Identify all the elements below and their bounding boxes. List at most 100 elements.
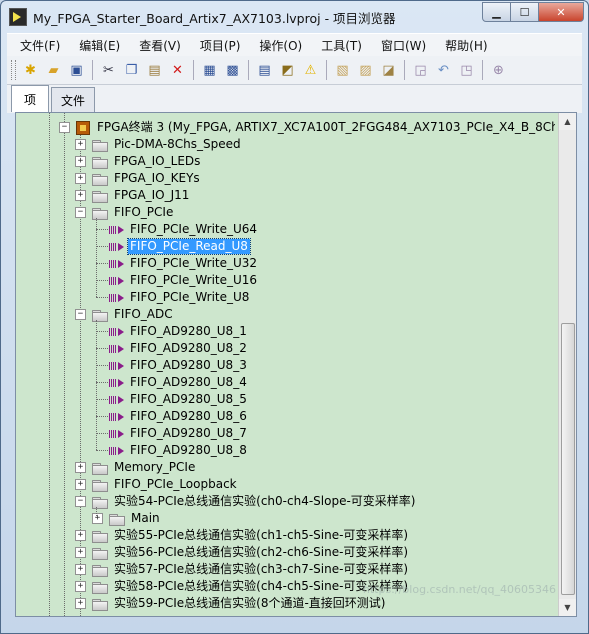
expand-toggle-icon[interactable]: + [92, 513, 103, 524]
view-icon[interactable]: ▤ [255, 61, 274, 80]
folder-icon [92, 598, 108, 611]
maximize-button[interactable]: ☐ [511, 2, 539, 22]
collapse-toggle-icon[interactable]: − [75, 496, 86, 507]
redo-icon[interactable]: ◳ [457, 61, 476, 80]
tree-item-folder[interactable]: + 实验59-PCIe总线通信实验(8个通道-直接回环测试) [75, 595, 387, 612]
tree-item-fifo[interactable]: FIFO_PCIe_Write_U16 [92, 272, 259, 289]
tree-content: − FPGA终端 3 (My_FPGA, ARTIX7_XC7A100T_2FGG… [16, 113, 555, 616]
toolbar-separator [404, 60, 405, 80]
collapse-toggle-icon[interactable]: − [75, 207, 86, 218]
tree-item-folder[interactable]: + FPGA_IO_KEYs [75, 170, 202, 187]
tree-item-fifo[interactable]: FIFO_AD9280_U8_5 [92, 391, 249, 408]
menu-edit[interactable]: 编辑(E) [66, 37, 126, 54]
menu-tools[interactable]: 工具(T) [308, 37, 368, 54]
tree-item-folder[interactable]: + 实验55-PCIe总线通信实验(ch1-ch5-Sine-可变采样率) [75, 527, 410, 544]
expand-toggle-icon[interactable]: + [75, 547, 86, 558]
save-all-icon[interactable]: ▣ [67, 61, 86, 80]
tab-strip: 项 文件 [7, 85, 582, 113]
tree-item-label: Memory_PCIe [114, 460, 196, 474]
minimize-button[interactable]: ▁ [482, 2, 511, 22]
expand-toggle-icon[interactable]: + [75, 190, 86, 201]
tree-item-folder[interactable]: + 实验56-PCIe总线通信实验(ch2-ch6-Sine-可变采样率) [75, 544, 410, 561]
folder-icon [92, 581, 108, 594]
open-icon[interactable]: ▰ [44, 61, 63, 80]
save-icon[interactable]: ▩ [223, 61, 242, 80]
copy-icon[interactable]: ❐ [122, 61, 141, 80]
toolbar-grip[interactable] [11, 60, 16, 80]
expand-toggle-icon[interactable]: + [75, 530, 86, 541]
vertical-scrollbar[interactable]: ▲ ▼ [558, 113, 576, 616]
tree-item-fifo[interactable]: FIFO_AD9280_U8_7 [92, 425, 249, 442]
menu-operate[interactable]: 操作(O) [246, 37, 308, 54]
expand-toggle-icon[interactable]: + [75, 598, 86, 609]
expand-toggle-icon[interactable]: + [75, 139, 86, 150]
build-icon[interactable]: ▦ [200, 61, 219, 80]
folder-icon [92, 190, 108, 203]
tree-item-folder[interactable]: + FPGA_IO_J11 [75, 187, 191, 204]
expand-toggle-icon[interactable]: + [75, 581, 86, 592]
tree-item-fifo[interactable]: FIFO_AD9280_U8_1 [92, 323, 249, 340]
scrollbar-thumb[interactable] [561, 323, 575, 595]
deploy-icon[interactable]: ▨ [356, 61, 375, 80]
tree-item-fifo[interactable]: FIFO_PCIe_Write_U8 [92, 289, 251, 306]
undo-icon[interactable]: ↶ [434, 61, 453, 80]
tree-item-label: FIFO_AD9280_U8_1 [130, 324, 247, 338]
tree-item-folder[interactable]: − FIFO_PCIe [75, 204, 175, 221]
tree-item-folder[interactable]: + Main [92, 510, 162, 527]
group-icon[interactable]: ▧ [333, 61, 352, 80]
tab-files[interactable]: 文件 [51, 87, 95, 112]
tree-item-folder[interactable]: + FPGA_IO_LEDs [75, 153, 202, 170]
menu-file[interactable]: 文件(F) [7, 37, 66, 54]
menu-window[interactable]: 窗口(W) [368, 37, 432, 54]
folder-icon [92, 462, 108, 475]
menu-view[interactable]: 查看(V) [126, 37, 187, 54]
folder-icon [109, 513, 125, 526]
tree-item-folder[interactable]: + Memory_PCIe [75, 459, 197, 476]
warning-icon[interactable]: ⚠ [301, 61, 320, 80]
tree-root-fpga-target[interactable]: − FPGA终端 3 (My_FPGA, ARTIX7_XC7A100T_2FGG… [59, 119, 555, 136]
scroll-down-arrow-icon[interactable]: ▼ [559, 599, 576, 616]
tree-item-fifo[interactable]: FIFO_AD9280_U8_6 [92, 408, 249, 425]
tree-item-folder[interactable]: − FIFO_ADC [75, 306, 175, 323]
collapse-toggle-icon[interactable]: − [75, 309, 86, 320]
tree-item-fifo[interactable]: FIFO_AD9280_U8_3 [92, 357, 249, 374]
expand-toggle-icon[interactable]: + [75, 156, 86, 167]
expand-toggle-icon[interactable]: + [75, 462, 86, 473]
run-icon[interactable]: ◪ [379, 61, 398, 80]
paste-icon[interactable]: ▤ [145, 61, 164, 80]
scroll-up-arrow-icon[interactable]: ▲ [559, 113, 576, 130]
tree-item-folder[interactable]: + 实验57-PCIe总线通信实验(ch3-ch7-Sine-可变采样率) [75, 561, 410, 578]
expand-toggle-icon[interactable]: + [75, 564, 86, 575]
collapse-toggle-icon[interactable]: − [59, 122, 70, 133]
properties-icon[interactable]: ◩ [278, 61, 297, 80]
tree-item-fifo[interactable]: FIFO_AD9280_U8_2 [92, 340, 249, 357]
project-tree[interactable]: − FPGA终端 3 (My_FPGA, ARTIX7_XC7A100T_2FGG… [15, 112, 577, 617]
tree-item-fifo[interactable]: FIFO_AD9280_U8_8 [92, 442, 249, 459]
close-button[interactable]: ✕ [539, 2, 584, 22]
fifo-icon [109, 292, 125, 304]
menu-help[interactable]: 帮助(H) [432, 37, 493, 54]
add-icon[interactable]: ⊕ [489, 61, 508, 80]
expand-toggle-icon[interactable]: + [75, 173, 86, 184]
folder-icon [92, 564, 108, 577]
delete-icon[interactable]: ✕ [168, 61, 187, 80]
tree-item-folder[interactable]: − 实验54-PCIe总线通信实验(ch0-ch4-Slope-可变采样率) [75, 493, 417, 510]
tree-item-fifo[interactable]: FIFO_PCIe_Write_U32 [92, 255, 259, 272]
new-icon[interactable]: ✱ [21, 61, 40, 80]
toolbar-separator [92, 60, 93, 80]
tree-item-folder[interactable]: + Pic-DMA-8Chs_Speed [75, 136, 243, 153]
tree-item-fifo[interactable]: FIFO_PCIe_Read_U8 [92, 238, 251, 255]
tab-items[interactable]: 项 [11, 85, 49, 112]
tree-item-label: 实验54-PCIe总线通信实验(ch0-ch4-Slope-可变采样率) [114, 494, 416, 508]
tree-item-label: FIFO_AD9280_U8_8 [130, 443, 247, 457]
tree-item-folder[interactable]: + 实验58-PCIe总线通信实验(ch4-ch5-Sine-可变采样率) [75, 578, 410, 595]
title-bar[interactable]: My_FPGA_Starter_Board_Artix7_AX7103.lvpr… [1, 1, 588, 31]
tree-item-fifo[interactable]: FIFO_PCIe_Write_U64 [92, 221, 259, 238]
expand-toggle-icon[interactable]: + [75, 479, 86, 490]
tree-item-folder[interactable]: + FIFO_PCIe_Loopback [75, 476, 239, 493]
menu-project[interactable]: 项目(P) [187, 37, 247, 54]
cut-icon[interactable]: ✂ [99, 61, 118, 80]
fifo-icon [109, 394, 125, 406]
filter-icon[interactable]: ◲ [411, 61, 430, 80]
tree-item-fifo[interactable]: FIFO_AD9280_U8_4 [92, 374, 249, 391]
